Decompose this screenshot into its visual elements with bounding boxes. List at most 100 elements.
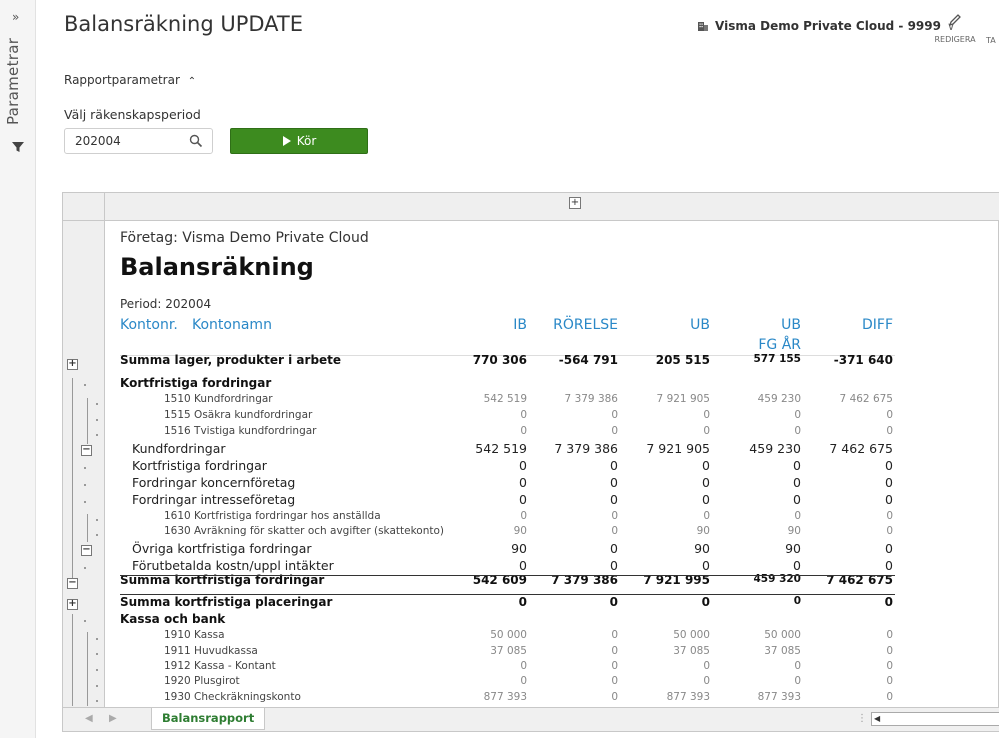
row-label: Fordringar intresseföretag bbox=[132, 492, 296, 507]
row-value: 0 bbox=[518, 595, 527, 609]
outline-dot bbox=[96, 519, 98, 521]
sum-divider bbox=[120, 575, 895, 576]
row-value: 0 bbox=[610, 475, 618, 490]
run-button[interactable]: Kör bbox=[230, 128, 368, 154]
row-value: 0 bbox=[886, 645, 893, 657]
parameters-sidebar-label[interactable]: Parametrar bbox=[4, 38, 22, 125]
row-label: Summa kortfristiga placeringar bbox=[120, 595, 333, 609]
ta-button-label[interactable]: TA bbox=[986, 36, 996, 45]
row-value: 0 bbox=[794, 660, 801, 672]
col-header-ub-fg-year: FG ÅR bbox=[758, 337, 801, 353]
page-title: Balansräkning UPDATE bbox=[64, 12, 304, 36]
row-value: 0 bbox=[611, 525, 618, 537]
col-header-ib: IB bbox=[513, 317, 527, 333]
row-value: -564 791 bbox=[558, 353, 618, 367]
report-parameters-label: Rapportparametrar bbox=[64, 73, 180, 87]
outline-dot bbox=[96, 669, 98, 671]
row-label: Summa lager, produkter i arbete bbox=[120, 353, 342, 367]
row-value: 0 bbox=[886, 510, 893, 522]
edit-button[interactable]: REDIGERA bbox=[932, 12, 978, 44]
row-label: 1610 Kortfristiga fordringar hos anställ… bbox=[164, 510, 381, 522]
row-value: 0 bbox=[520, 510, 527, 522]
row-value: 0 bbox=[886, 629, 893, 641]
row-value: 0 bbox=[609, 595, 618, 609]
report-title: Balansräkning bbox=[120, 253, 314, 281]
row-value: 0 bbox=[793, 595, 801, 607]
outline-collapse-icon[interactable]: − bbox=[67, 578, 78, 589]
outline-expand-icon[interactable]: + bbox=[67, 359, 78, 370]
scroll-left-icon[interactable]: ◀ bbox=[874, 714, 880, 723]
row-value: 7 921 905 bbox=[656, 393, 710, 405]
outline-collapse-icon[interactable]: − bbox=[81, 545, 92, 556]
expand-columns-icon[interactable]: + bbox=[569, 197, 581, 209]
col-header-diff: DIFF bbox=[861, 317, 893, 333]
row-value: 7 462 675 bbox=[829, 441, 893, 456]
sheet-corner bbox=[63, 193, 105, 221]
outline-dot bbox=[96, 653, 98, 655]
tab-scroll-right-icon[interactable]: ▶ bbox=[109, 713, 117, 724]
expand-sidebar-icon[interactable]: » bbox=[12, 10, 19, 24]
sheet-tab-balansrapport[interactable]: Balansrapport bbox=[151, 708, 266, 730]
period-input[interactable] bbox=[75, 134, 185, 148]
company-selector[interactable]: Visma Demo Private Cloud - 9999 ∨ bbox=[697, 19, 955, 33]
row-value: 0 bbox=[519, 558, 527, 573]
row-value: 0 bbox=[885, 541, 893, 556]
horizontal-scrollbar[interactable]: ◀ bbox=[871, 712, 999, 726]
row-label: Kundfordringar bbox=[132, 441, 226, 456]
row-value: 0 bbox=[520, 660, 527, 672]
table-row: 1516 Tvistiga kundfordringar 0 0 0 0 0 bbox=[120, 425, 900, 441]
col-header-kontonamn: Kontonamn bbox=[192, 317, 272, 333]
outline-dot bbox=[96, 419, 98, 421]
period-field[interactable] bbox=[64, 128, 213, 154]
row-value: 0 bbox=[702, 492, 710, 507]
row-value: 459 230 bbox=[749, 441, 801, 456]
row-label: Övriga kortfristiga fordringar bbox=[132, 541, 312, 556]
outline-dot bbox=[96, 534, 98, 536]
row-value: 0 bbox=[611, 409, 618, 421]
row-label: 1912 Kassa - Kontant bbox=[164, 660, 276, 672]
row-value: 205 515 bbox=[655, 353, 710, 367]
outline-expand-icon[interactable]: + bbox=[67, 599, 78, 610]
row-label: Förutbetalda kostn/uppl intäkter bbox=[132, 558, 334, 573]
row-value: 0 bbox=[885, 558, 893, 573]
row-value: 7 921 905 bbox=[646, 441, 710, 456]
table-row: 1920 Plusgirot 0 0 0 0 0 bbox=[120, 675, 900, 691]
outline-dot bbox=[96, 434, 98, 436]
split-handle-icon[interactable]: ⋮ bbox=[857, 713, 867, 724]
row-value: 90 bbox=[696, 525, 710, 537]
row-label: 1920 Plusgirot bbox=[164, 675, 240, 687]
row-value: 37 085 bbox=[764, 645, 801, 657]
outline-dot bbox=[84, 384, 86, 386]
outline-collapse-icon[interactable]: − bbox=[81, 445, 92, 456]
funnel-icon[interactable] bbox=[11, 140, 25, 154]
search-icon[interactable] bbox=[189, 134, 203, 148]
row-value: 0 bbox=[611, 629, 618, 641]
outline-dot bbox=[84, 467, 86, 469]
row-value: 877 393 bbox=[666, 691, 710, 703]
row-value: 542 519 bbox=[483, 393, 527, 405]
tab-scroll-left-icon[interactable]: ◀ bbox=[85, 713, 93, 724]
table-row: Fordringar intresseföretag 0 0 0 0 0 bbox=[120, 492, 900, 508]
outline-line bbox=[87, 398, 88, 444]
row-label: Kortfristiga fordringar bbox=[132, 458, 267, 473]
table-row: 1630 Avräkning för skatter och avgifter … bbox=[120, 525, 900, 541]
sum-divider bbox=[120, 594, 895, 595]
row-value: 0 bbox=[794, 510, 801, 522]
row-value: 0 bbox=[611, 425, 618, 437]
sheet-tab-bar: ◀ ▶ Balansrapport ⋮ ◀ bbox=[63, 707, 999, 731]
row-value: 0 bbox=[520, 675, 527, 687]
row-value: 37 085 bbox=[673, 645, 710, 657]
row-value: 0 bbox=[703, 425, 710, 437]
edit-button-label: REDIGERA bbox=[934, 35, 976, 44]
row-value: 0 bbox=[885, 475, 893, 490]
row-label: 1911 Huvudkassa bbox=[164, 645, 258, 657]
row-value: 7 462 675 bbox=[839, 393, 893, 405]
row-value: 577 155 bbox=[753, 353, 802, 365]
row-value: 0 bbox=[610, 492, 618, 507]
table-row: 1912 Kassa - Kontant 0 0 0 0 0 bbox=[120, 660, 900, 676]
row-value: 0 bbox=[886, 525, 893, 537]
report-parameters-toggle[interactable]: Rapportparametrar ⌃ bbox=[64, 73, 196, 87]
row-value: 877 393 bbox=[483, 691, 527, 703]
row-label: 1930 Checkräkningskonto bbox=[164, 691, 301, 703]
row-value: 0 bbox=[703, 660, 710, 672]
